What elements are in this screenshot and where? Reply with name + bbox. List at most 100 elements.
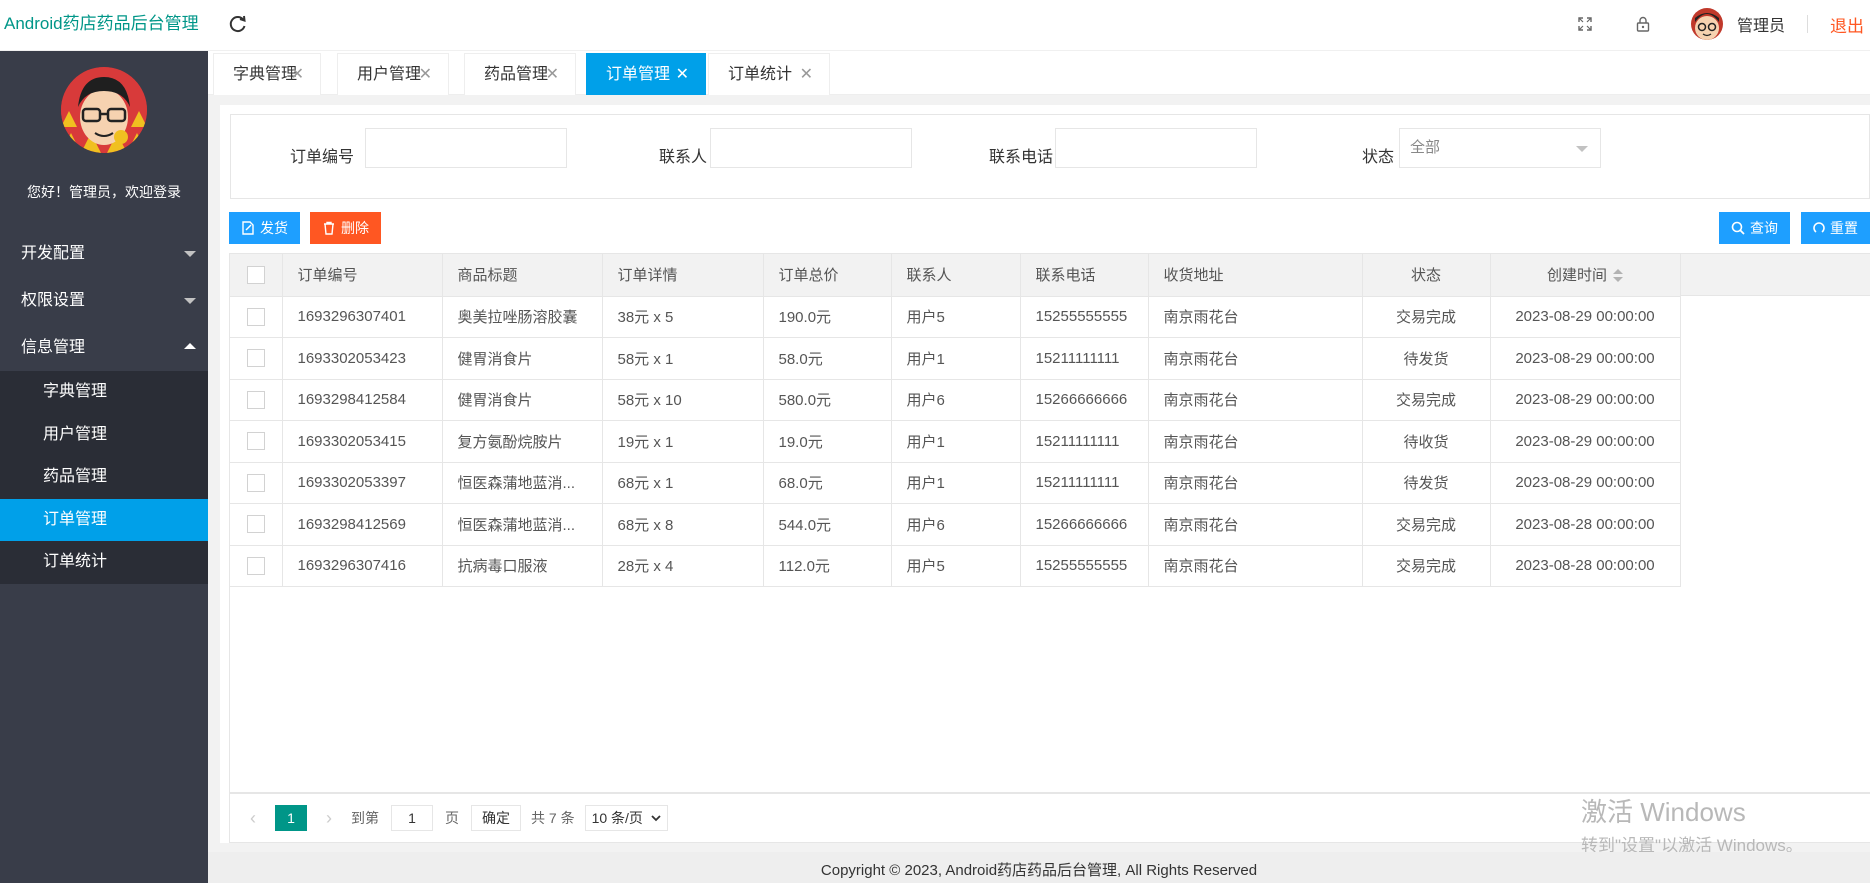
table-row[interactable]: 1693298412584 健胃消食片 58元 x 10 580.0元 用户6 15266… [230,378,1681,421]
table-cell: 南京雨花台 [1147,544,1363,587]
page-size-value: 10 条/页 [591,810,643,826]
table-cell: 待发货 [1361,461,1491,504]
table-cell: 15255555555 [1019,295,1149,338]
tab-label: 字典管理 [233,66,298,83]
ship-button-label: 发货 [260,220,288,236]
nav-group-permissions[interactable]: 权限设置 [0,277,208,324]
table-cell: 15266666666 [1019,378,1149,421]
select-all-cell[interactable] [230,254,283,297]
sort-icon[interactable] [1613,269,1623,283]
table-cell: 1693296307416 [281,544,443,587]
tab-medicines[interactable]: 药品管理 ✕ [464,53,576,95]
row-select-cell[interactable] [230,461,283,504]
tab-label: 订单管理 [606,66,671,83]
row-checkbox[interactable] [246,349,265,368]
tab-dictionary[interactable]: 字典管理 ✕ [213,53,321,95]
row-checkbox[interactable] [246,515,265,534]
table-row[interactable]: 1693298412569 恒医森蒲地蓝消... 68元 x 8 544.0元 用户6 1… [230,503,1681,546]
footer: Copyright © 2023, Android药店药品后台管理, All R… [208,852,1870,883]
row-checkbox[interactable] [246,473,265,492]
tab-users[interactable]: 用户管理 ✕ [337,53,449,95]
status-select-value: 全部 [1410,139,1441,156]
row-select-cell[interactable] [230,503,283,546]
close-icon[interactable]: ✕ [419,54,432,96]
delete-button[interactable]: 删除 [310,212,381,244]
row-select-cell[interactable] [230,420,283,463]
close-icon[interactable]: ✕ [800,54,813,96]
chevron-up-icon [184,343,196,349]
goto-confirm-button[interactable]: 确定 [471,805,521,831]
app-title: Android药店药品后台管理 [4,14,199,33]
table-cell: 2023-08-29 00:00:00 [1489,420,1681,463]
table-row[interactable]: 1693302053423 健胃消食片 58元 x 1 58.0元 用户1 1521111… [230,337,1681,380]
table-cell: 2023-08-29 00:00:00 [1489,295,1681,338]
table-header-row: 订单编号 商品标题 订单详情 订单总价 联系人 联系电话 收货地址 状态 创建时… [230,254,1681,297]
nav-group-label: 权限设置 [21,292,86,309]
table-cell: 用户1 [890,461,1021,504]
sidebar-avatar [61,67,147,153]
sidebar-item-order-stats[interactable]: 订单统计 [0,541,208,584]
table-row[interactable]: 1693302053415 复方氨酚烷胺片 19元 x 1 19.0元 用户1 15211… [230,420,1681,463]
table-cell: 南京雨花台 [1147,337,1363,380]
prev-page-icon[interactable]: ‹ [243,808,263,829]
ship-button[interactable]: 发货 [229,212,300,244]
nav-group-info-management[interactable]: 信息管理 [0,324,208,371]
row-checkbox[interactable] [246,432,265,451]
close-icon[interactable]: ✕ [546,54,559,96]
chevron-down-icon [184,251,196,257]
row-select-cell[interactable] [230,337,283,380]
page-number-current[interactable]: 1 [275,805,307,831]
phone-input[interactable] [1055,128,1257,168]
goto-page-input[interactable]: 1 [391,805,433,831]
table-cell: 用户6 [890,378,1021,421]
table-cell: 用户5 [890,295,1021,338]
table-cell: 奥美拉唑肠溶胶囊 [441,295,603,338]
contact-input[interactable] [710,128,912,168]
table-cell: 复方氨酚烷胺片 [441,420,603,463]
order-table-grid: 订单编号 商品标题 订单详情 订单总价 联系人 联系电话 收货地址 状态 创建时… [230,254,1681,587]
query-button[interactable]: 查询 [1719,212,1790,244]
row-select-cell[interactable] [230,378,283,421]
search-icon [1731,221,1745,235]
column-header-created-time[interactable]: 创建时间 [1489,254,1681,297]
status-select[interactable]: 全部 [1399,128,1601,168]
table-row[interactable]: 1693296307416 抗病毒口服液 28元 x 4 112.0元 用户5 15255… [230,544,1681,587]
table-cell: 68.0元 [762,461,892,504]
close-icon[interactable]: ✕ [676,54,689,96]
order-table: 订单编号 商品标题 订单详情 订单总价 联系人 联系电话 收货地址 状态 创建时… [229,253,1870,793]
user-avatar[interactable] [1690,8,1723,40]
watermark-line1: 激活 Windows [1581,797,1746,827]
logout-link[interactable]: 退出 [1830,12,1864,37]
tab-orders[interactable]: 订单管理 ✕ [586,53,706,95]
next-page-icon[interactable]: › [319,808,339,829]
row-select-cell[interactable] [230,544,283,587]
row-checkbox[interactable] [246,307,265,326]
sidebar-item-dictionary[interactable]: 字典管理 [0,371,208,414]
close-icon[interactable]: ✕ [291,54,304,96]
fullscreen-icon[interactable] [1575,14,1595,34]
row-checkbox[interactable] [246,556,265,575]
sidebar-item-users[interactable]: 用户管理 [0,414,208,457]
refresh-icon[interactable] [228,14,248,34]
main-panel: 订单编号 联系人 联系电话 状态 全部 发货 删除 查询 重置 订单编号 商品标… [220,105,1870,843]
tab-order-stats[interactable]: 订单统计 ✕ [708,53,830,95]
lock-icon[interactable] [1633,14,1653,34]
reset-button[interactable]: 重置 [1801,212,1870,244]
row-select-cell[interactable] [230,295,283,338]
reset-button-label: 重置 [1830,220,1858,236]
select-all-checkbox[interactable] [246,265,265,284]
table-cell: 待发货 [1361,337,1491,380]
page-size-select[interactable]: 10 条/页 [584,805,668,831]
order-no-input[interactable] [365,128,567,168]
table-cell: 1693296307401 [281,295,443,338]
table-cell: 1693302053397 [281,461,443,504]
column-header: 联系人 [890,254,1021,297]
sidebar-item-medicines[interactable]: 药品管理 [0,456,208,499]
table-row[interactable]: 1693302053397 恒医森蒲地蓝消... 68元 x 1 68.0元 用户1 15… [230,461,1681,504]
sidebar-item-orders[interactable]: 订单管理 [0,498,208,541]
welcome-text: 您好！管理员，欢迎登录 [27,184,181,200]
table-row[interactable]: 1693296307401 奥美拉唑肠溶胶囊 38元 x 5 190.0元 用户5 152… [230,295,1681,338]
nav-group-dev-config[interactable]: 开发配置 [0,230,208,277]
row-checkbox[interactable] [246,390,265,409]
header-user-name[interactable]: 管理员 [1737,12,1785,36]
